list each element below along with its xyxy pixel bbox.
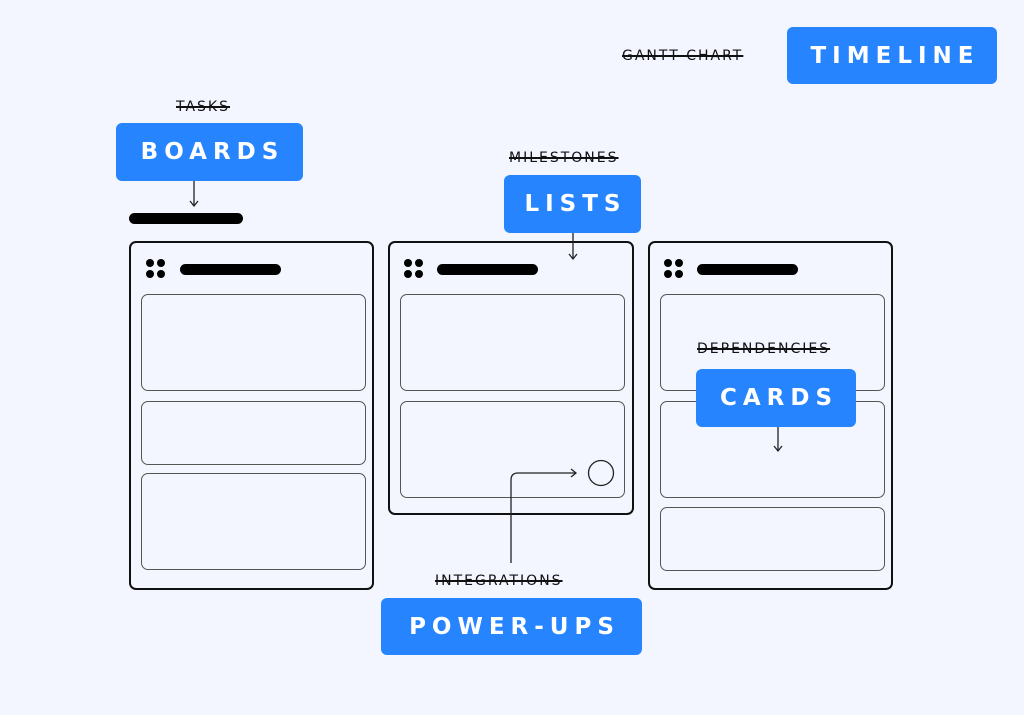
power-up-circle-icon	[587, 459, 615, 487]
lists-arrow-icon	[568, 233, 578, 261]
connector-overlay	[189, 181, 783, 563]
power-ups-arrow-icon	[510, 468, 578, 563]
cards-arrow-icon	[773, 427, 783, 453]
boards-arrow-icon	[189, 181, 199, 208]
